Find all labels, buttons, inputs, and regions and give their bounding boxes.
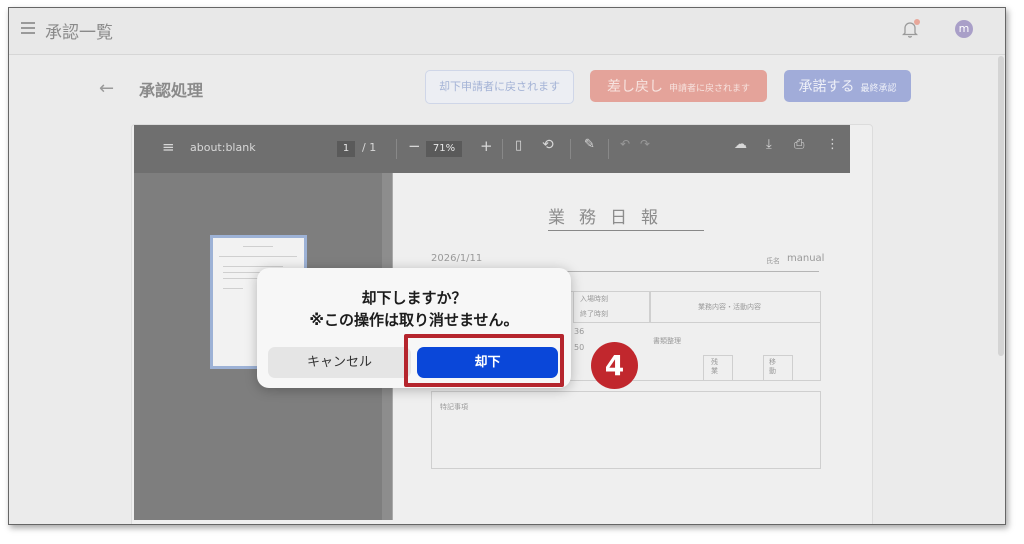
avatar[interactable]: m xyxy=(955,20,973,38)
task-entry: 書類整理 xyxy=(653,337,681,345)
approve-button[interactable]: 承諾する 最終承認 xyxy=(784,70,911,102)
rotate-icon[interactable]: ⟲ xyxy=(542,137,554,153)
col-in: 入場時刻 xyxy=(580,295,608,303)
approve-sub: 最終承認 xyxy=(860,84,897,94)
step-badge: 4 xyxy=(591,342,638,389)
dialog-question: 却下しますか？ xyxy=(361,289,467,307)
undo-icon[interactable]: ↶ xyxy=(620,137,630,151)
send-back-sub: 申請者に戻されます xyxy=(668,84,750,94)
time-a: 36 xyxy=(574,327,585,336)
notification-dot xyxy=(914,19,920,25)
redo-icon[interactable]: ↷ xyxy=(640,137,650,151)
top-bar: 承認一覧 m xyxy=(9,8,1005,55)
page-title: 承認処理 xyxy=(139,81,204,100)
zoom-level[interactable]: 71% xyxy=(426,141,462,157)
doc-date: 2026/1/11 xyxy=(431,253,483,264)
add-drive-icon[interactable]: ☁ xyxy=(734,137,747,152)
send-back-label: 差し戻し xyxy=(606,79,663,95)
cancel-button[interactable]: キャンセル xyxy=(268,347,411,378)
confirm-reject-button[interactable]: 却下 xyxy=(417,347,558,378)
doc-name: manual xyxy=(787,253,825,264)
col-out: 終了時刻 xyxy=(580,310,608,318)
draw-icon[interactable]: ✎ xyxy=(584,137,595,152)
page-total: / 1 xyxy=(362,141,377,154)
print-icon[interactable]: ⎙ xyxy=(794,137,804,152)
notes-label: 特記事項 xyxy=(440,403,468,411)
pdf-toolbar: ≡ about:blank 1 / 1 − 71% + ▯ ⟲ ✎ ↶ ↷ ☁ … xyxy=(134,125,850,173)
app-title: 承認一覧 xyxy=(45,23,113,43)
scrollbar[interactable] xyxy=(998,56,1004,356)
approve-label: 承諾する xyxy=(798,79,855,95)
travel-label: 移動 xyxy=(769,358,776,375)
download-icon[interactable]: ⤓ xyxy=(766,137,772,152)
hamburger-menu-icon[interactable] xyxy=(21,22,35,34)
doc-title: 業務日報 xyxy=(548,208,672,228)
fit-page-icon[interactable]: ▯ xyxy=(515,138,522,153)
dialog-warning: ※この操作は取り消せません。 xyxy=(309,311,519,329)
viewer-menu-icon[interactable]: ≡ xyxy=(162,138,175,156)
send-back-button[interactable]: 差し戻し 申請者に戻されます xyxy=(590,70,767,102)
back-arrow-icon[interactable]: ← xyxy=(99,78,114,99)
reject-button[interactable]: 却下申請者に戻されます xyxy=(425,70,574,104)
notes-box: 特記事項 xyxy=(431,391,821,469)
col-work: 業務内容・活動内容 xyxy=(698,303,761,311)
time-b: 50 xyxy=(574,343,585,352)
doc-name-label: 氏名 xyxy=(766,257,780,265)
overtime-label: 残業 xyxy=(711,358,718,375)
more-icon[interactable]: ⋮ xyxy=(826,137,839,152)
zoom-in-icon[interactable]: + xyxy=(480,137,493,155)
page-number-input[interactable]: 1 xyxy=(337,141,355,157)
zoom-out-icon[interactable]: − xyxy=(408,137,421,155)
viewer-filename: about:blank xyxy=(190,141,256,154)
